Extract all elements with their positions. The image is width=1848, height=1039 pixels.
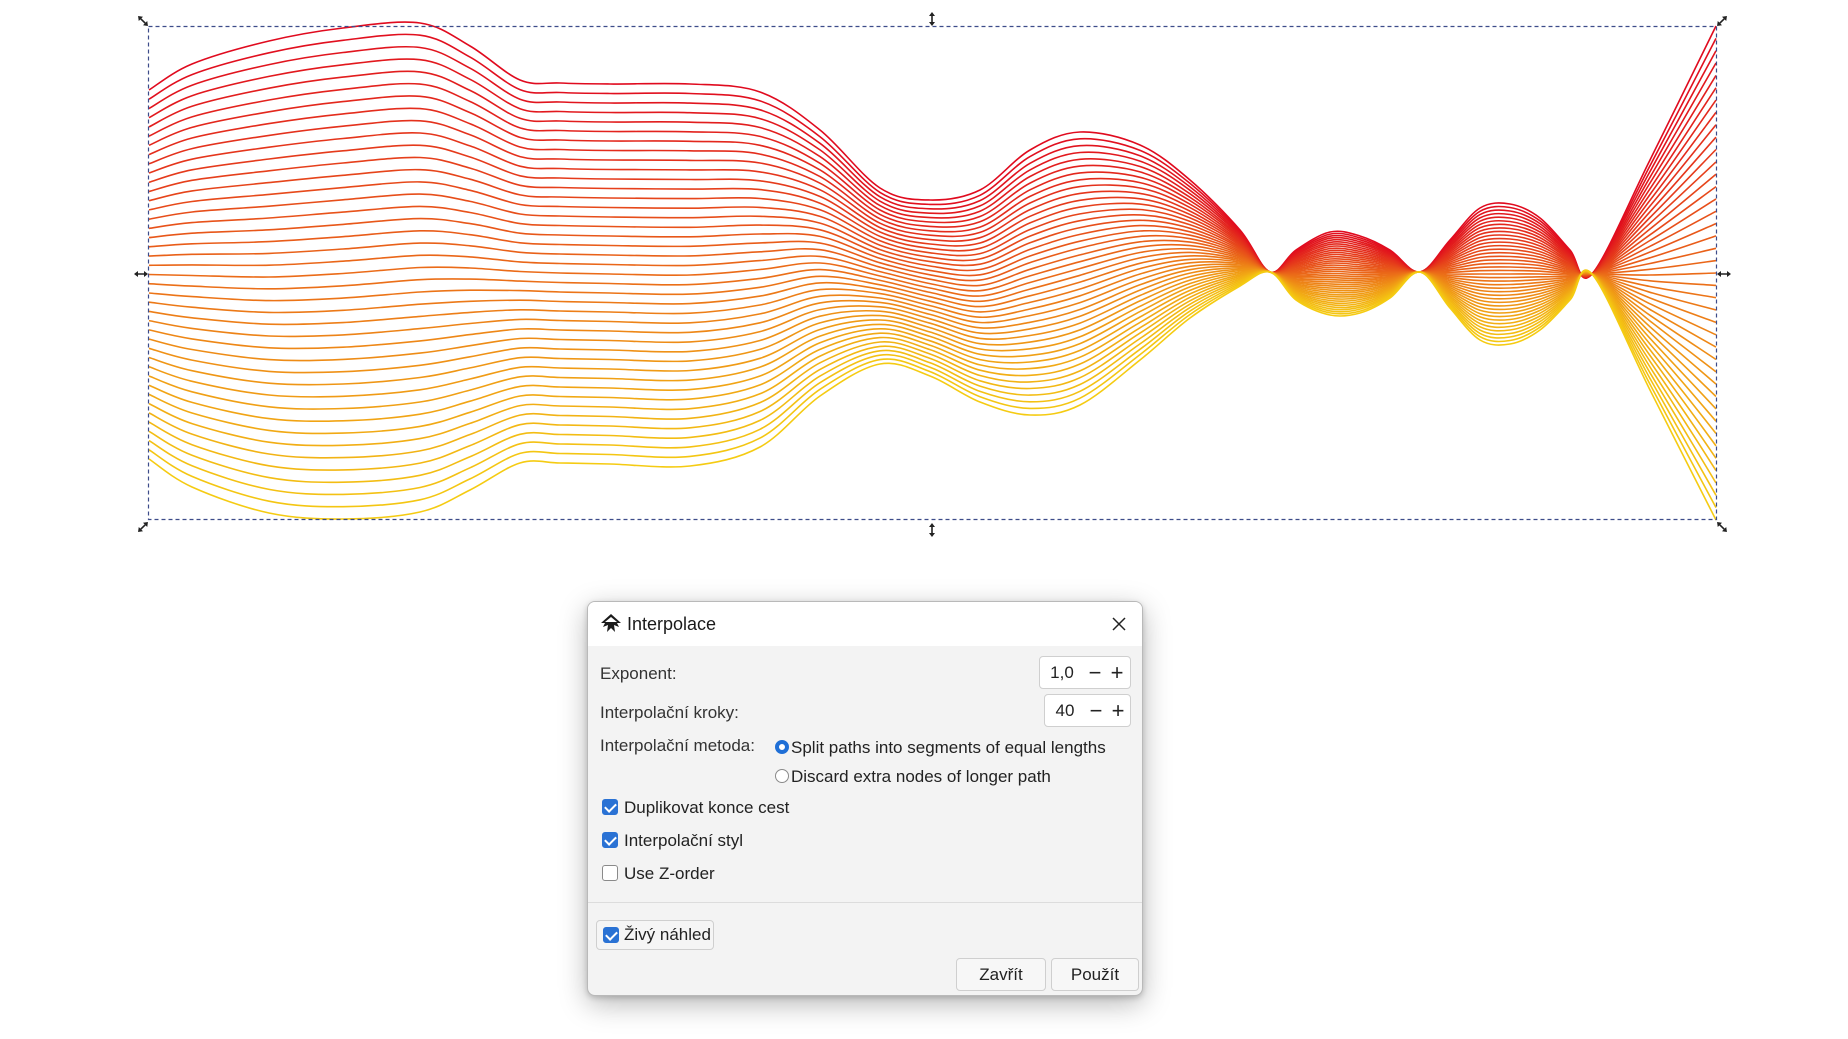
handle-right[interactable] bbox=[1717, 271, 1731, 277]
close-button[interactable] bbox=[1096, 602, 1142, 646]
interpolated-path[interactable] bbox=[148, 247, 1717, 297]
radio-equal-lengths[interactable] bbox=[775, 740, 789, 754]
interpolated-path[interactable] bbox=[148, 45, 1717, 279]
dialog-title: Interpolace bbox=[627, 614, 717, 634]
handle-bottom-left[interactable] bbox=[136, 520, 150, 534]
close-dialog-button[interactable]: Zavřít bbox=[956, 958, 1046, 991]
selection-bbox bbox=[147, 25, 1718, 521]
checkbox-duplicate-ends[interactable] bbox=[602, 799, 618, 815]
steps-decrement-button[interactable]: − bbox=[1085, 695, 1107, 726]
interpolated-paths[interactable] bbox=[148, 21, 1717, 521]
method-label: Interpolační metoda: bbox=[600, 736, 755, 755]
interpolate-dialog[interactable]: Interpolace Exponent: − + Interpolační k… bbox=[587, 601, 1143, 996]
exponent-increment-button[interactable]: + bbox=[1106, 657, 1128, 688]
handle-bottom-right[interactable] bbox=[1715, 520, 1729, 534]
checkbox-live-preview[interactable] bbox=[603, 927, 619, 943]
interpolated-path[interactable] bbox=[148, 70, 1717, 278]
checkbox-interpolate-style[interactable] bbox=[602, 832, 618, 848]
dialog-titlebar[interactable]: Interpolace bbox=[588, 602, 1142, 646]
handle-bottom[interactable] bbox=[929, 523, 935, 537]
interpolated-path[interactable] bbox=[148, 95, 1717, 278]
inkscape-icon bbox=[601, 614, 621, 632]
handle-top-right[interactable] bbox=[1715, 14, 1729, 28]
radio-discard-nodes-label[interactable]: Discard extra nodes of longer path bbox=[791, 767, 1051, 787]
checkbox-z-order[interactable] bbox=[602, 865, 618, 881]
checkbox-z-order-label[interactable]: Use Z-order bbox=[624, 864, 715, 884]
dialog-separator bbox=[588, 902, 1142, 903]
steps-spinbox[interactable]: − + bbox=[1044, 694, 1131, 727]
exponent-decrement-button[interactable]: − bbox=[1084, 657, 1106, 688]
live-preview-label[interactable]: Živý náhled bbox=[624, 925, 711, 945]
checkbox-duplicate-ends-label[interactable]: Duplikovat konce cest bbox=[624, 798, 789, 818]
steps-input[interactable] bbox=[1045, 700, 1085, 721]
interpolated-path[interactable] bbox=[148, 229, 1717, 282]
steps-increment-button[interactable]: + bbox=[1107, 695, 1129, 726]
steps-label: Interpolační kroky: bbox=[600, 703, 739, 722]
exponent-input[interactable] bbox=[1040, 662, 1084, 683]
exponent-spinbox[interactable]: − + bbox=[1039, 656, 1131, 689]
apply-button[interactable]: Použít bbox=[1051, 958, 1139, 991]
exponent-label: Exponent: bbox=[600, 664, 677, 683]
checkbox-interpolate-style-label[interactable]: Interpolační styl bbox=[624, 831, 743, 851]
radio-discard-nodes[interactable] bbox=[775, 769, 789, 783]
handle-top[interactable] bbox=[929, 12, 935, 26]
handle-left[interactable] bbox=[134, 271, 148, 277]
close-icon bbox=[1112, 617, 1126, 631]
radio-equal-lengths-label[interactable]: Split paths into segments of equal lengt… bbox=[791, 738, 1106, 758]
handle-top-left[interactable] bbox=[136, 14, 150, 28]
